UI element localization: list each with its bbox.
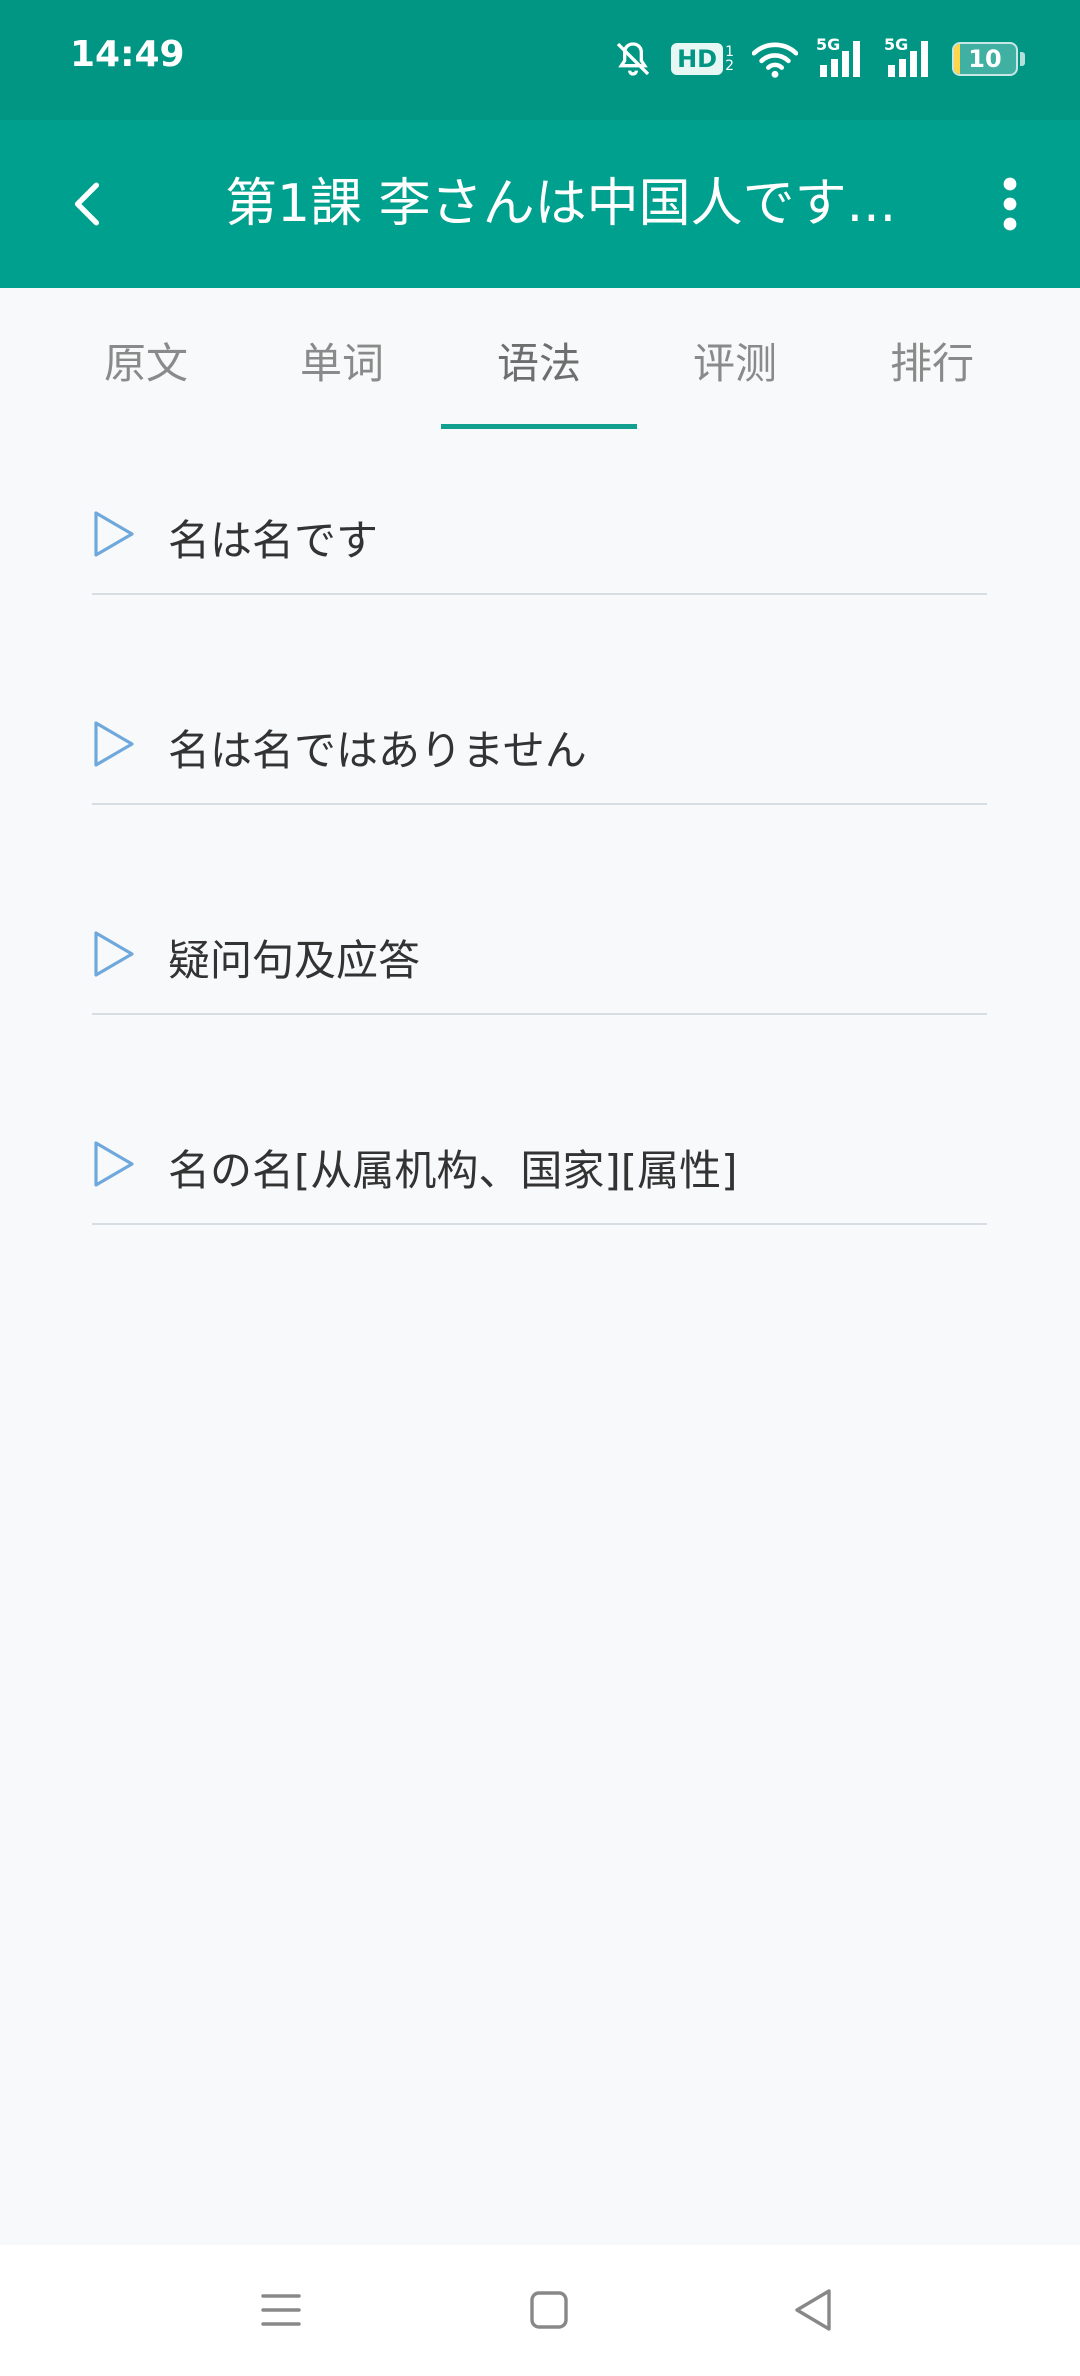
back-triangle-icon [795,2289,831,2331]
status-icons: HD 1 2 5G 5G 10 [613,34,1025,84]
status-time: 14:49 [70,34,185,75]
chevron-left-icon [74,182,100,226]
hd-badge-label: HD [671,43,724,75]
divider [92,1223,987,1225]
more-options-button[interactable] [980,164,1040,244]
play-outline-icon [94,1141,134,1187]
list-item[interactable]: 名は名です [92,433,987,595]
home-button[interactable] [514,2275,584,2345]
page-title: 第1課 李さんは中国人です... [225,174,897,234]
hd-sub-bottom: 2 [725,58,734,74]
tab-grammar[interactable]: 语法 [441,288,637,433]
tab-vocabulary[interactable]: 单词 [244,288,440,433]
battery-level: 10 [968,45,1002,73]
list-item-label: 疑问句及应答 [168,936,421,985]
tab-bar: 原文 单词 语法 评测 排行 [0,288,1080,433]
tab-ranking[interactable]: 排行 [834,288,1030,433]
back-nav-button[interactable] [778,2275,848,2345]
status-bar: 14:49 HD 1 2 5G 5G 10 [0,0,1080,120]
app-bar: 第1課 李さんは中国人です... [0,120,1080,288]
list-item[interactable]: 名の名[从属机构、国家][属性] [92,1063,987,1225]
more-vertical-icon [1003,177,1017,231]
divider [92,593,987,595]
signal-5g-icon: 5G [884,35,934,79]
signal-5g-icon: 5G [816,35,866,79]
recent-apps-button[interactable] [246,2275,316,2345]
play-outline-icon [94,721,134,767]
menu-icon [261,2294,301,2326]
tab-indicator [441,424,637,429]
list-item-label: 名は名です [168,516,379,565]
divider [92,803,987,805]
hd-icon: HD 1 2 [671,43,734,75]
hd-sub-top: 1 [725,44,734,60]
bell-off-icon [613,39,653,79]
system-nav-bar [0,2245,1080,2376]
list-item[interactable]: 名は名ではありません [92,643,987,805]
list-item-label: 名は名ではありません [168,726,587,775]
list-item-label: 名の名[从属机构、国家][属性] [168,1146,738,1195]
play-outline-icon [94,931,134,977]
tab-evaluation[interactable]: 评测 [637,288,833,433]
battery-icon: 10 [952,42,1025,76]
wifi-icon [752,39,798,79]
play-outline-icon [94,511,134,557]
list-item[interactable]: 疑问句及应答 [92,853,987,1015]
home-square-icon [530,2291,568,2329]
divider [92,1013,987,1015]
tab-original-text[interactable]: 原文 [48,288,244,433]
back-button[interactable] [48,164,128,244]
